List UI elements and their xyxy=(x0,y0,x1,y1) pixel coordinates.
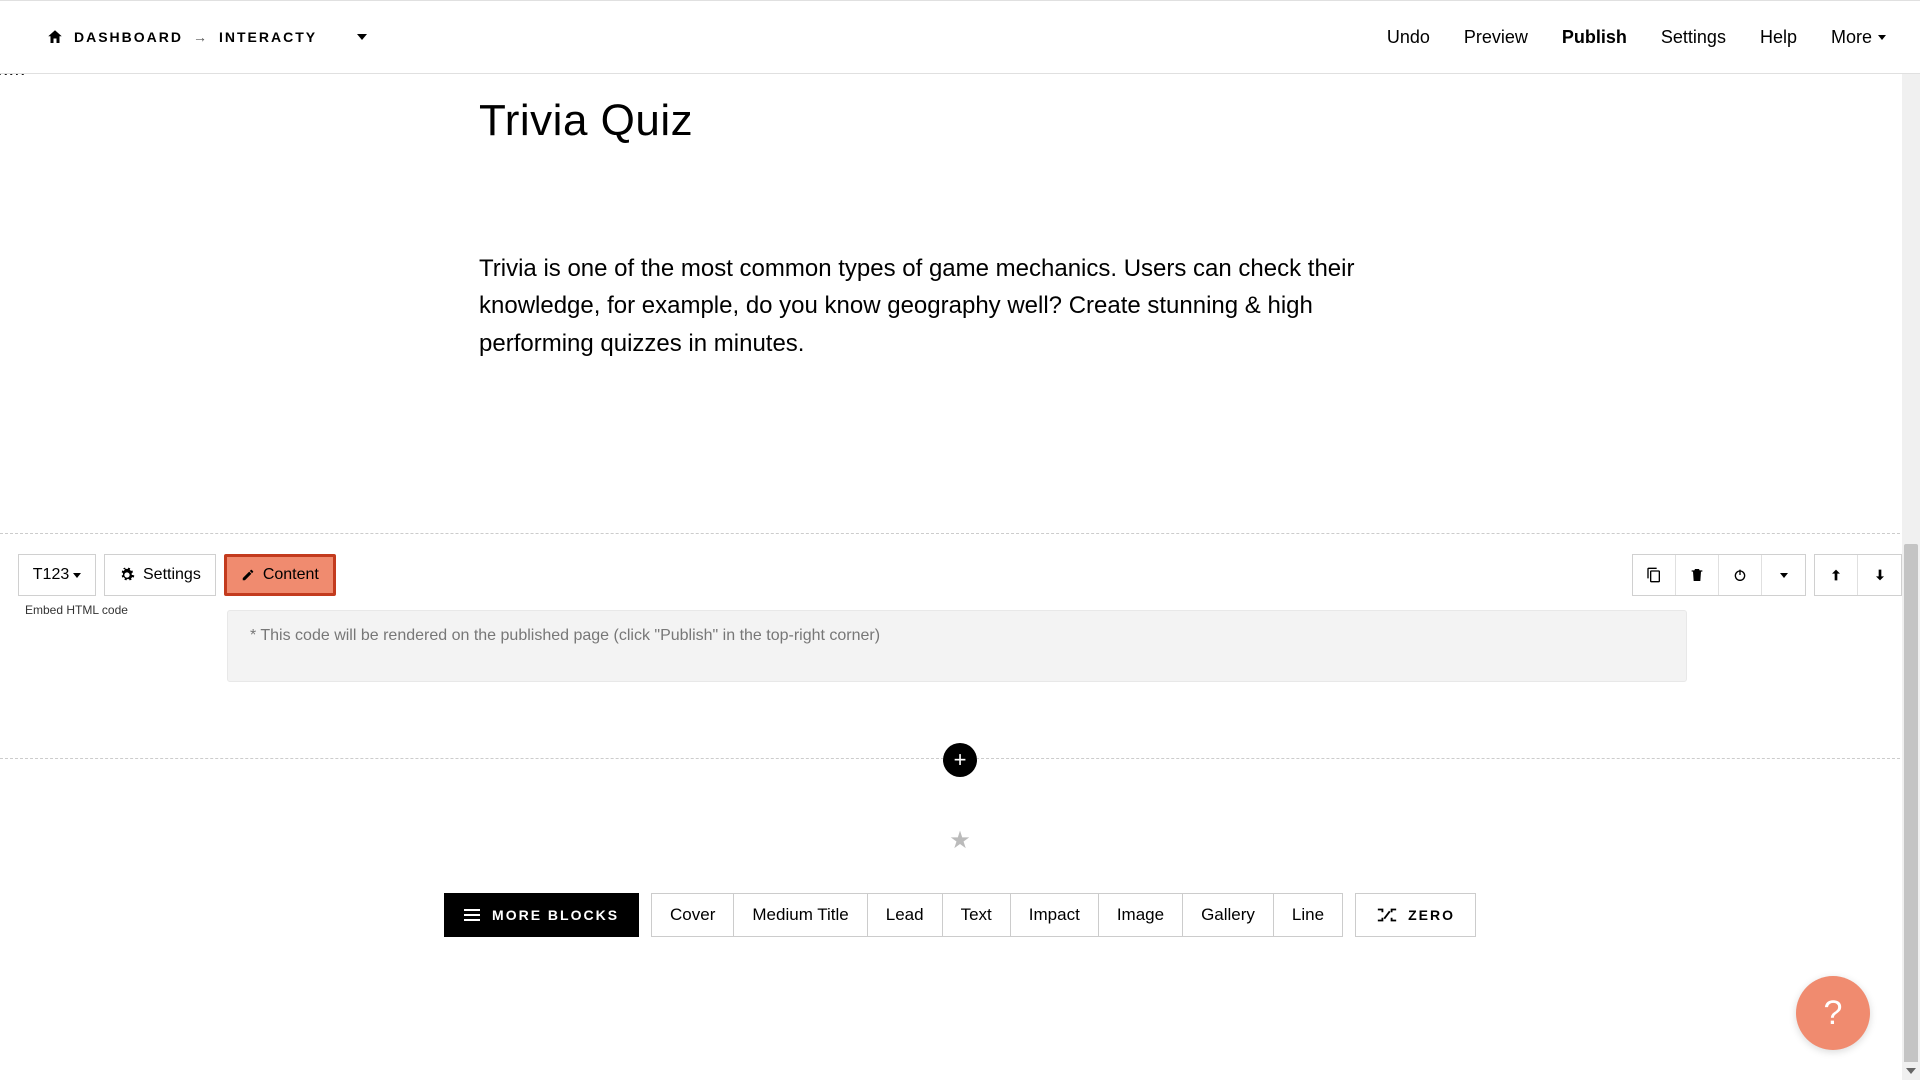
dashed-divider-top xyxy=(0,533,1920,534)
block-image[interactable]: Image xyxy=(1099,894,1183,936)
block-type-set: Cover Medium Title Lead Text Impact Imag… xyxy=(651,893,1343,937)
power-button[interactable] xyxy=(1719,555,1762,595)
scroll-thumb[interactable] xyxy=(1904,544,1918,1064)
chevron-down-icon xyxy=(1878,35,1886,40)
chevron-down-icon[interactable] xyxy=(357,34,367,40)
block-actions-set-2 xyxy=(1814,554,1902,596)
block-medium-title[interactable]: Medium Title xyxy=(734,894,867,936)
chevron-down-icon xyxy=(73,573,81,578)
power-dropdown-button[interactable] xyxy=(1762,555,1805,595)
settings-link[interactable]: Settings xyxy=(1661,27,1726,48)
block-settings-label: Settings xyxy=(143,566,201,584)
block-gallery[interactable]: Gallery xyxy=(1183,894,1274,936)
block-content-button[interactable]: Content xyxy=(224,554,336,596)
gear-icon xyxy=(119,567,135,583)
more-blocks-button[interactable]: MORE BLOCKS xyxy=(444,893,639,937)
chevron-down-icon xyxy=(1780,573,1788,578)
undo-button[interactable]: Undo xyxy=(1387,27,1430,48)
embed-code-box[interactable]: * This code will be rendered on the publ… xyxy=(227,610,1687,682)
embed-code-placeholder: * This code will be rendered on the publ… xyxy=(250,627,880,645)
preview-button[interactable]: Preview xyxy=(1464,27,1528,48)
editor-toolbar: T123 Settings Content xyxy=(18,554,1902,596)
block-id-label: T123 xyxy=(33,566,69,584)
star-icon[interactable]: ★ xyxy=(949,826,971,855)
editor-toolbar-right xyxy=(1632,554,1902,596)
block-id-button[interactable]: T123 xyxy=(18,554,96,596)
publish-button[interactable]: Publish xyxy=(1562,27,1627,48)
embed-html-label: Embed HTML code xyxy=(25,603,128,617)
arrow-right-icon: → xyxy=(193,29,209,45)
zero-icon xyxy=(1376,907,1398,923)
home-icon[interactable] xyxy=(46,28,64,46)
duplicate-button[interactable] xyxy=(1633,555,1676,595)
scrollbar[interactable] xyxy=(1902,0,1920,1080)
breadcrumb-dashboard[interactable]: DASHBOARD xyxy=(74,29,183,45)
menu-icon xyxy=(464,909,480,921)
help-icon: ? xyxy=(1824,994,1843,1033)
block-cover[interactable]: Cover xyxy=(652,894,734,936)
help-link[interactable]: Help xyxy=(1760,27,1797,48)
page-title[interactable]: Trivia Quiz xyxy=(479,96,693,146)
breadcrumb-project[interactable]: INTERACTY xyxy=(219,29,317,45)
topbar: DASHBOARD → INTERACTY Undo Preview Publi… xyxy=(0,0,1920,74)
breadcrumb: DASHBOARD → INTERACTY xyxy=(46,28,367,46)
zero-block-button[interactable]: ZERO xyxy=(1355,893,1476,937)
scroll-down-button[interactable] xyxy=(1902,1062,1920,1080)
more-label: More xyxy=(1831,27,1872,48)
zero-label: ZERO xyxy=(1408,907,1455,923)
more-menu[interactable]: More xyxy=(1831,27,1886,48)
blocks-row: MORE BLOCKS Cover Medium Title Lead Text… xyxy=(0,893,1920,937)
pencil-icon xyxy=(241,568,255,582)
block-content-label: Content xyxy=(263,566,319,584)
more-blocks-label: MORE BLOCKS xyxy=(492,907,619,923)
topbar-actions: Undo Preview Publish Settings Help More xyxy=(1387,27,1920,48)
editor-toolbar-left: T123 Settings Content xyxy=(18,554,336,596)
move-down-button[interactable] xyxy=(1858,555,1901,595)
block-line[interactable]: Line xyxy=(1274,894,1342,936)
block-impact[interactable]: Impact xyxy=(1011,894,1099,936)
plus-icon: + xyxy=(954,747,967,773)
block-actions-set-1 xyxy=(1632,554,1806,596)
block-settings-button[interactable]: Settings xyxy=(104,554,216,596)
page-paragraph[interactable]: Trivia is one of the most common types o… xyxy=(479,250,1419,362)
add-block-button[interactable]: + xyxy=(943,743,977,777)
delete-button[interactable] xyxy=(1676,555,1719,595)
block-lead[interactable]: Lead xyxy=(868,894,943,936)
help-bubble[interactable]: ? xyxy=(1796,976,1870,1050)
move-up-button[interactable] xyxy=(1815,555,1858,595)
chevron-down-icon xyxy=(1906,1068,1916,1074)
block-text[interactable]: Text xyxy=(943,894,1011,936)
